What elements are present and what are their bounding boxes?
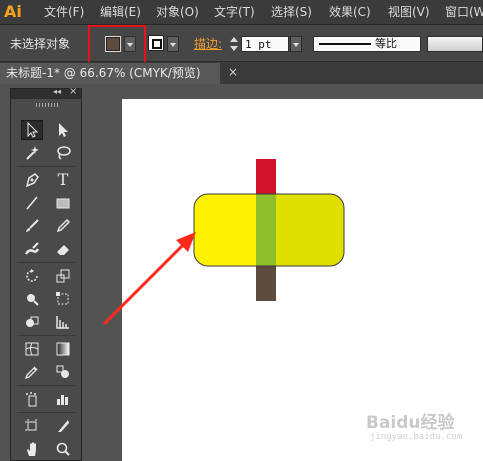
- type-tool-icon[interactable]: T: [52, 170, 74, 190]
- free-transform-tool-icon[interactable]: [52, 289, 74, 309]
- collapse-panel-icon[interactable]: ◂◂: [53, 87, 61, 96]
- rounded-rect-right-part[interactable]: [276, 194, 344, 266]
- red-bar-top[interactable]: [256, 159, 276, 195]
- scale-tool-icon[interactable]: [52, 266, 74, 286]
- line-tool-icon[interactable]: [21, 193, 43, 213]
- hand-tool-icon[interactable]: [21, 439, 43, 459]
- blend-tool-icon[interactable]: [52, 362, 74, 382]
- perspective-grid-tool-icon[interactable]: [52, 312, 74, 332]
- overlap-region[interactable]: [256, 194, 276, 266]
- artboard-tool-icon[interactable]: [21, 416, 43, 436]
- type-tool-glyph: T: [57, 170, 69, 189]
- baidu-watermark: Baidu经验: [366, 413, 455, 433]
- rounded-rectangle-fill[interactable]: [194, 194, 344, 266]
- rectangle-tool-icon[interactable]: [52, 193, 74, 213]
- tool-separator: [17, 166, 75, 167]
- paintbrush-tool-icon[interactable]: [21, 216, 43, 236]
- blob-brush-tool-icon[interactable]: [21, 239, 43, 259]
- eraser-tool-icon[interactable]: [52, 239, 74, 259]
- tools-panel-header[interactable]: ◂◂ ×: [11, 86, 81, 99]
- tool-separator: [17, 385, 75, 386]
- magic-wand-tool-icon[interactable]: [21, 143, 43, 163]
- panel-grip-handle[interactable]: [36, 103, 58, 107]
- baidu-watermark-url: jingyan.baidu.com: [370, 432, 463, 442]
- warp-tool-icon[interactable]: [21, 289, 43, 309]
- direct-selection-tool-icon[interactable]: [52, 120, 74, 140]
- pen-tool-icon[interactable]: [21, 170, 43, 190]
- tool-separator: [17, 262, 75, 263]
- mesh-tool-icon[interactable]: [21, 339, 43, 359]
- tool-separator: [17, 335, 75, 336]
- zoom-tool-icon[interactable]: [52, 439, 74, 459]
- eyedropper-tool-icon[interactable]: [21, 362, 43, 382]
- rounded-rect-left-part[interactable]: [194, 194, 256, 266]
- column-graph-tool-icon[interactable]: [52, 389, 74, 409]
- selection-tool-icon[interactable]: [21, 120, 43, 140]
- symbol-sprayer-tool-icon[interactable]: [21, 389, 43, 409]
- rotate-tool-icon[interactable]: [21, 266, 43, 286]
- lasso-tool-icon[interactable]: [52, 143, 74, 163]
- panel-close-icon[interactable]: ×: [69, 86, 77, 97]
- gradient-tool-icon[interactable]: [52, 339, 74, 359]
- pencil-tool-icon[interactable]: [52, 216, 74, 236]
- tools-panel: ◂◂ × T: [10, 86, 82, 461]
- tool-separator: [17, 412, 75, 413]
- shape-builder-tool-icon[interactable]: [21, 312, 43, 332]
- slice-tool-icon[interactable]: [52, 416, 74, 436]
- brown-bar-bottom[interactable]: [256, 265, 276, 301]
